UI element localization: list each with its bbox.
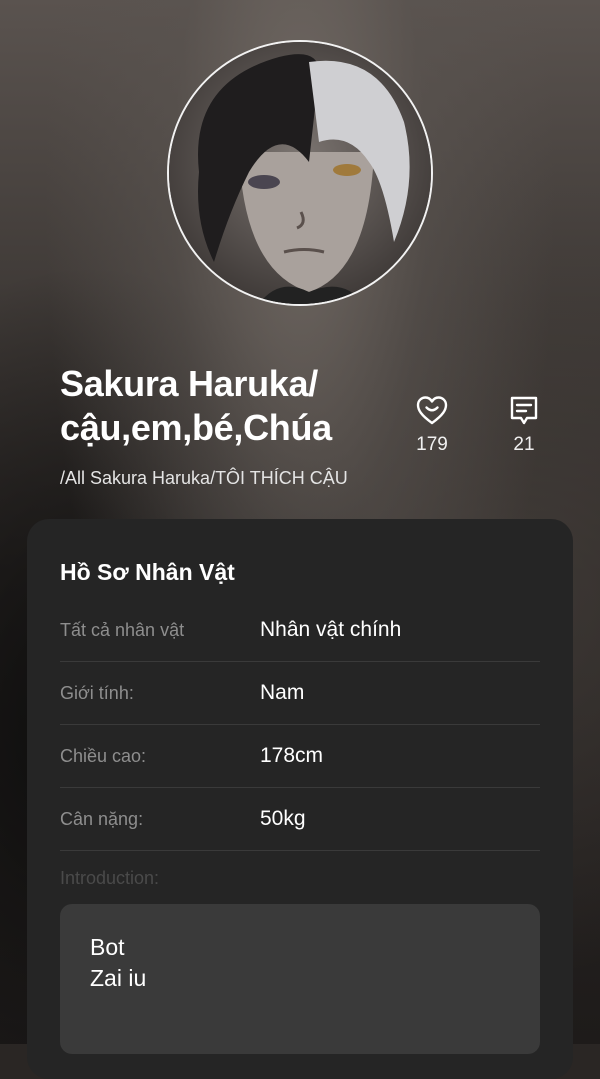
character-profile-card: Hồ Sơ Nhân Vật Tất cả nhân vật Nhân vật … <box>27 519 573 1079</box>
like-count: 179 <box>416 434 448 455</box>
row-value: 50kg <box>260 807 306 830</box>
row-label: Tất cả nhân vật <box>60 620 185 640</box>
card-title: Hồ Sơ Nhân Vật <box>60 559 235 585</box>
avatar-image <box>169 42 431 304</box>
character-name-line2: cậu,em,bé,Chúa <box>60 407 332 448</box>
row-value: 178cm <box>260 744 324 767</box>
character-tagline: /All Sakura Haruka/TÔI THÍCH CẬU <box>60 468 348 488</box>
profile-row-weight: Cân nặng: 50kg <box>60 787 540 851</box>
profile-row-category: Tất cả nhân vật Nhân vật chính <box>60 598 540 662</box>
introduction-text: Bot Zai iu <box>90 934 147 991</box>
comment-button[interactable]: 21 <box>494 394 554 456</box>
comment-count: 21 <box>513 434 535 455</box>
row-label: Cân nặng: <box>60 809 144 829</box>
comment-icon <box>510 396 538 425</box>
like-button[interactable]: 179 <box>402 394 462 456</box>
row-value: Nhân vật chính <box>260 618 402 641</box>
avatar[interactable] <box>167 40 433 306</box>
row-label: Giới tính: <box>60 683 134 703</box>
profile-row-gender: Giới tính: Nam <box>60 661 540 725</box>
profile-row-height: Chiều cao: 178cm <box>60 724 540 788</box>
introduction-box: Bot Zai iu <box>60 904 540 1054</box>
row-label: Chiều cao: <box>60 746 147 766</box>
row-value: Nam <box>260 681 305 704</box>
heart-smile-icon <box>416 396 448 425</box>
introduction-label: Introduction: <box>60 868 160 888</box>
character-name-line1: Sakura Haruka/ <box>60 363 318 404</box>
character-name: Sakura Haruka/ cậu,em,bé,Chúa <box>60 362 390 450</box>
